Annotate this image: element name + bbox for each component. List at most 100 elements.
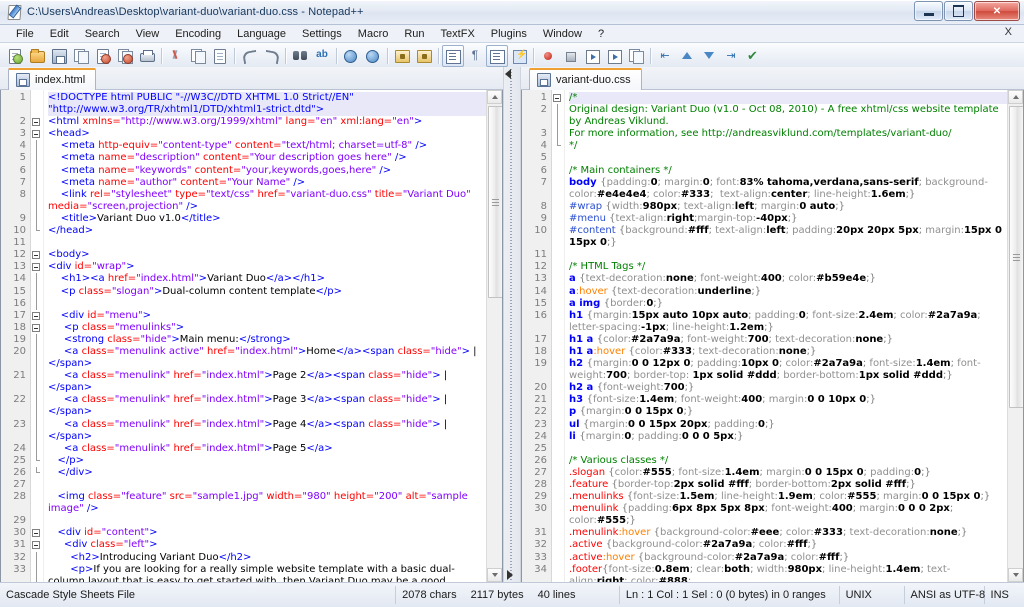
fold-collapse-icon[interactable] xyxy=(553,94,561,102)
open-file-icon[interactable] xyxy=(26,45,48,67)
menu-item-view[interactable]: View xyxy=(128,27,168,41)
fold-marker[interactable] xyxy=(31,479,43,491)
save-icon[interactable] xyxy=(48,45,70,67)
code-line[interactable]: <div id="menu"> xyxy=(48,310,486,322)
code-line[interactable]: #wrap {width:980px; text-align:left; mar… xyxy=(569,201,1007,213)
code-line[interactable]: #content {background:#fff; text-align:le… xyxy=(569,225,1007,249)
fold-marker[interactable] xyxy=(552,140,564,152)
code-line[interactable]: </div> xyxy=(48,467,486,479)
code-line[interactable]: body {padding:0; margin:0; font:83% taho… xyxy=(569,177,1007,201)
zoom-out-icon[interactable] xyxy=(362,45,384,67)
close-all-files-icon[interactable] xyxy=(114,45,136,67)
fold-marker[interactable] xyxy=(552,382,564,394)
fold-marker[interactable] xyxy=(552,237,564,249)
code-line[interactable]: Original design: Variant Duo (v1.0 - Oct… xyxy=(569,104,1007,128)
fold-marker[interactable] xyxy=(31,249,43,261)
find-icon[interactable] xyxy=(289,45,311,67)
fold-marker[interactable] xyxy=(552,503,564,515)
tab-index-html[interactable]: index.html xyxy=(8,68,96,90)
code-line[interactable]: <title>Variant Duo v1.0</title> xyxy=(48,213,486,225)
code-line[interactable]: .menulink {padding:6px 8px 5px 8px; font… xyxy=(569,503,1007,527)
scroll-up-arrow-icon[interactable] xyxy=(1008,90,1023,104)
code-line[interactable]: .menulinks {font-size:1.5em; line-height… xyxy=(569,491,1007,503)
new-file-icon[interactable] xyxy=(4,45,26,67)
splitter-collapse-right-icon[interactable] xyxy=(507,570,513,580)
fold-marker[interactable] xyxy=(552,419,564,431)
code-line[interactable]: <meta name="author" content="Your Name" … xyxy=(48,177,486,189)
cut-icon[interactable] xyxy=(165,45,187,67)
menu-item-edit[interactable]: Edit xyxy=(42,27,77,41)
scroll-down-arrow-icon[interactable] xyxy=(487,568,502,582)
fold-marker[interactable] xyxy=(31,419,43,431)
stop-macro-icon[interactable] xyxy=(559,45,581,67)
fold-marker[interactable] xyxy=(31,443,43,455)
fold-marker[interactable] xyxy=(552,491,564,503)
fold-marker[interactable] xyxy=(552,515,564,527)
code-line[interactable]: h2 {margin:0 0 12px 0; padding:10px 0; c… xyxy=(569,358,1007,382)
fold-marker[interactable] xyxy=(31,104,43,116)
menu-item-help[interactable]: ? xyxy=(590,27,612,41)
fold-marker[interactable] xyxy=(31,370,43,382)
fold-collapse-icon[interactable] xyxy=(32,541,40,549)
fold-marker[interactable] xyxy=(552,527,564,539)
pane-splitter[interactable] xyxy=(503,67,521,583)
menu-item-encoding[interactable]: Encoding xyxy=(167,27,229,41)
menu-item-language[interactable]: Language xyxy=(229,27,294,41)
fold-marker[interactable] xyxy=(552,394,564,406)
code-line[interactable]: .feature {border-top:2px solid #fff; bor… xyxy=(569,479,1007,491)
menu-item-settings[interactable]: Settings xyxy=(294,27,350,41)
fold-marker[interactable] xyxy=(552,334,564,346)
fold-marker[interactable] xyxy=(552,358,564,370)
spell-check-icon[interactable]: ✔ xyxy=(742,45,764,67)
code-line[interactable]: <p class="menulinks"> xyxy=(48,322,486,334)
code-line[interactable]: .menulink:hover {background-color:#eee; … xyxy=(569,527,1007,539)
code-line[interactable]: /* HTML Tags */ xyxy=(569,261,1007,273)
fold-marker[interactable] xyxy=(31,394,43,406)
menu-item-plugins[interactable]: Plugins xyxy=(483,27,535,41)
code-line[interactable]: <meta http-equiv="content-type" content=… xyxy=(48,140,486,152)
save-macro-icon[interactable] xyxy=(625,45,647,67)
print-icon[interactable] xyxy=(136,45,158,67)
menu-item-file[interactable]: File xyxy=(8,27,42,41)
fold-marker[interactable] xyxy=(31,213,43,225)
fold-marker[interactable] xyxy=(552,104,564,116)
menu-item-macro[interactable]: Macro xyxy=(350,27,397,41)
copy-icon[interactable] xyxy=(187,45,209,67)
fold-marker[interactable] xyxy=(31,273,43,285)
fold-marker[interactable] xyxy=(552,116,564,128)
code-line[interactable]: <div id="content"> xyxy=(48,527,486,539)
maximize-button[interactable] xyxy=(944,1,973,21)
undo-icon[interactable] xyxy=(238,45,260,67)
up-arrow-icon[interactable] xyxy=(676,45,698,67)
fold-marker[interactable] xyxy=(31,322,43,334)
close-document-button[interactable]: X xyxy=(1001,26,1016,38)
code-line[interactable]: /* Main containers */ xyxy=(569,165,1007,177)
fold-marker[interactable] xyxy=(552,443,564,455)
fold-marker[interactable] xyxy=(552,467,564,479)
fold-marker[interactable] xyxy=(552,298,564,310)
user-defined-language-icon[interactable] xyxy=(508,45,530,67)
code-line[interactable]: .slogan {color:#555; font-size:1.4em; ma… xyxy=(569,467,1007,479)
fold-marker[interactable] xyxy=(31,431,43,443)
indent-guide-icon[interactable] xyxy=(486,45,508,67)
code-line[interactable]: <html xmlns="http://www.w3.org/1999/xhtm… xyxy=(48,116,486,128)
fold-marker[interactable] xyxy=(552,346,564,358)
fold-marker[interactable] xyxy=(552,177,564,189)
fold-marker[interactable] xyxy=(552,479,564,491)
paste-icon[interactable] xyxy=(209,45,231,67)
code-line[interactable]: <meta name="description" content="Your d… xyxy=(48,152,486,164)
sync-horizontal-scroll-icon[interactable] xyxy=(413,45,435,67)
minimize-button[interactable] xyxy=(914,1,943,21)
fold-marker[interactable] xyxy=(31,346,43,358)
fold-marker[interactable] xyxy=(31,503,43,515)
fold-marker[interactable] xyxy=(31,552,43,564)
zoom-in-icon[interactable] xyxy=(340,45,362,67)
code-line[interactable]: a {text-decoration:none; font-weight:400… xyxy=(569,273,1007,285)
fold-marker[interactable] xyxy=(31,358,43,370)
fold-collapse-icon[interactable] xyxy=(32,529,40,537)
fold-marker[interactable] xyxy=(552,552,564,564)
code-line[interactable]: <p class="slogan">Dual-column content te… xyxy=(48,286,486,298)
fold-collapse-icon[interactable] xyxy=(32,263,40,271)
code-line[interactable]: a:hover {text-decoration:underline;} xyxy=(569,286,1007,298)
splitter-collapse-left-icon[interactable] xyxy=(505,69,511,79)
